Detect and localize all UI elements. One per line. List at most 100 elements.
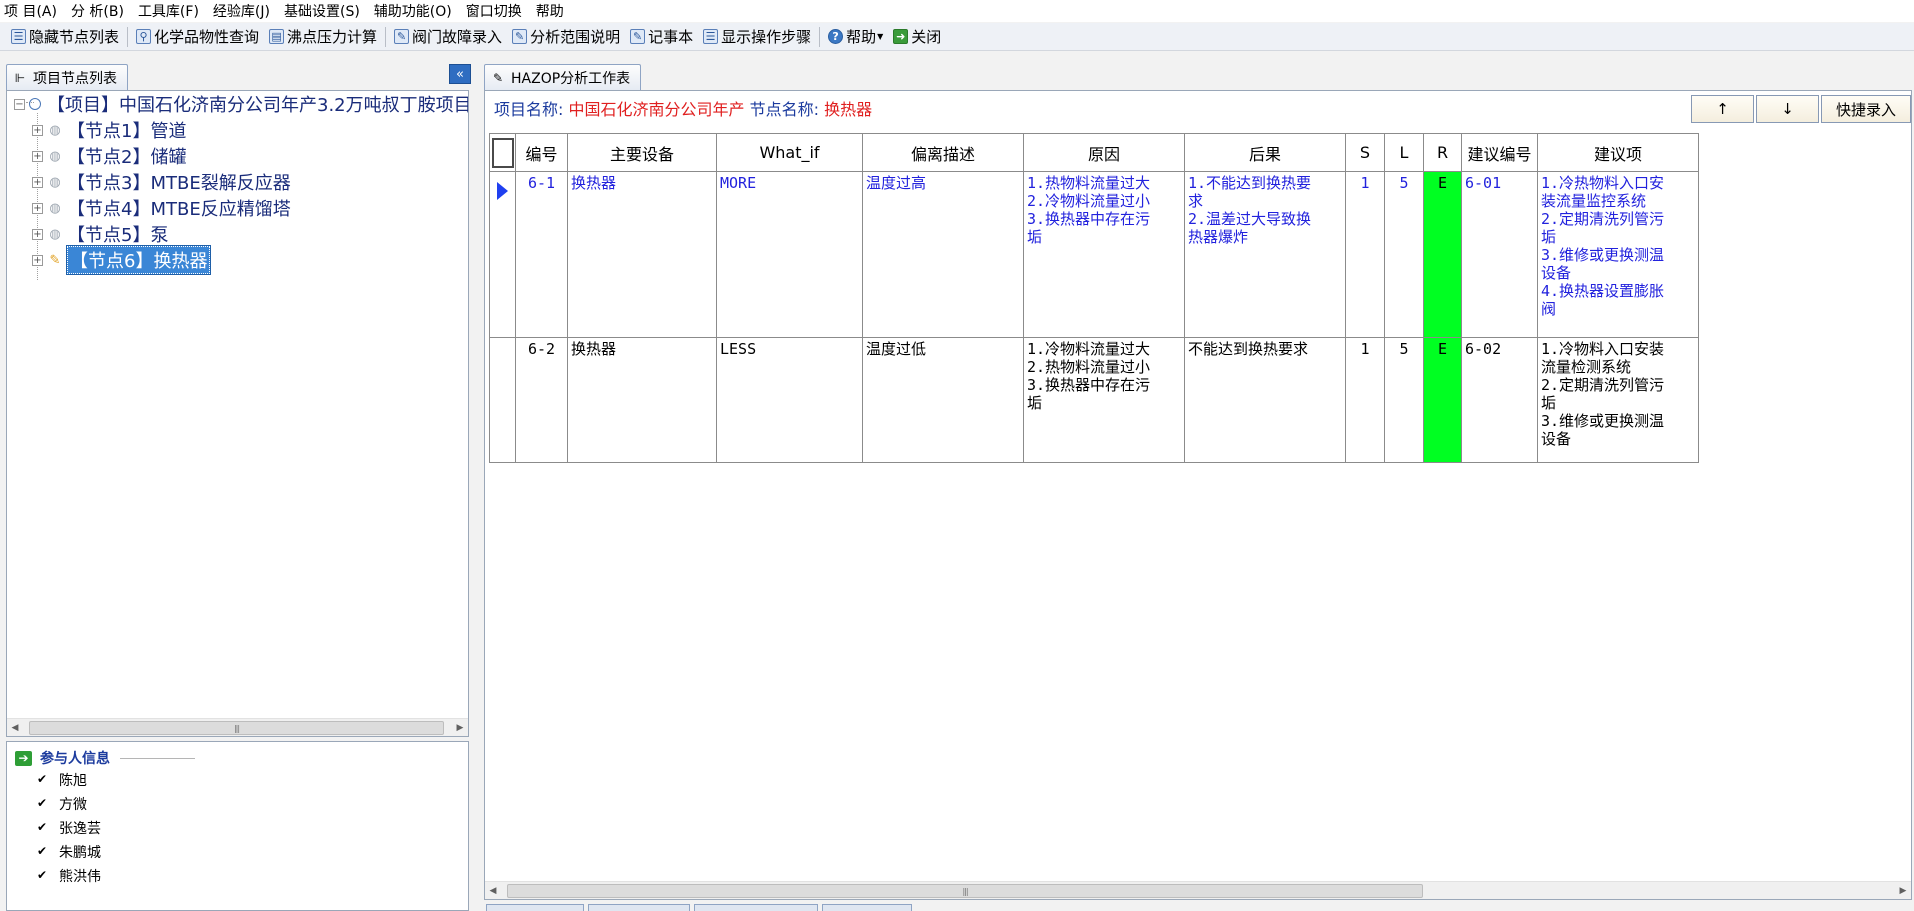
expand-icon[interactable]: +	[32, 228, 43, 240]
cell-consequence[interactable]: 不能达到换热要求	[1184, 337, 1346, 463]
checkbox-checked-icon[interactable]: ✔	[35, 797, 49, 811]
show-steps-button[interactable]: ☰ 显示操作步骤	[698, 25, 816, 49]
hide-nodes-button[interactable]: ☰ 隐藏节点列表	[6, 25, 124, 49]
scroll-right-icon[interactable]: ▶	[1895, 882, 1911, 900]
move-down-button[interactable]: ↓	[1756, 95, 1819, 123]
participant-item[interactable]: ✔ 陈旭	[35, 770, 87, 790]
table-row[interactable]: 6-2 换热器 LESS 温度过低 1.冷物料流量过大 2.热物料流量过小 3.…	[489, 337, 1699, 463]
cell-consequence[interactable]: 1.不能达到换热要 求 2.温差过大导致换 热器爆炸	[1184, 171, 1346, 338]
boiling-calc-button[interactable]: ▤ 沸点压力计算	[264, 25, 382, 49]
menu-window[interactable]: 窗口切换	[459, 1, 529, 21]
cell-r[interactable]: E	[1423, 337, 1462, 463]
cell-equipment[interactable]: 换热器	[567, 337, 717, 463]
cell-deviation[interactable]: 温度过低	[862, 337, 1024, 463]
tree-node-1[interactable]: + ◍ 【节点1】管道	[32, 118, 186, 142]
move-up-button[interactable]: ↑	[1691, 95, 1754, 123]
tree-node-4[interactable]: + ◍ 【节点4】MTBE反应精馏塔	[32, 196, 291, 220]
select-all-cell[interactable]	[489, 133, 516, 172]
checkbox-checked-icon[interactable]: ✔	[35, 845, 49, 859]
bottom-tab[interactable]	[694, 904, 818, 911]
participant-item[interactable]: ✔ 方微	[35, 794, 87, 814]
close-button[interactable]: ➜ 关闭	[888, 25, 946, 49]
col-header-suggestion[interactable]: 建议项	[1537, 133, 1699, 172]
tree-horizontal-scrollbar[interactable]: ◀ ||| ▶	[7, 718, 468, 736]
collapse-panel-button[interactable]: «	[449, 64, 471, 84]
expand-icon[interactable]: +	[32, 176, 43, 188]
row-header[interactable]	[489, 337, 516, 463]
cell-cause[interactable]: 1.热物料流量过大 2.冷物料流量过小 3.换热器中存在污 垢	[1023, 171, 1185, 338]
worksheet-horizontal-scrollbar[interactable]: ◀ ||| ▶	[485, 881, 1911, 899]
bottom-tab[interactable]	[486, 904, 584, 911]
cell-suggest-id[interactable]: 6-01	[1461, 171, 1538, 338]
menu-settings[interactable]: 基础设置(S)	[277, 1, 367, 21]
col-header-l[interactable]: L	[1384, 133, 1424, 172]
select-all-box[interactable]	[491, 137, 514, 168]
col-header-equipment[interactable]: 主要设备	[567, 133, 717, 172]
expand-icon[interactable]: +	[32, 254, 43, 266]
cell-deviation[interactable]: 温度过高	[862, 171, 1024, 338]
cell-suggest-id[interactable]: 6-02	[1461, 337, 1538, 463]
cell-l[interactable]: 5	[1384, 171, 1424, 338]
bottom-tab[interactable]	[588, 904, 690, 911]
scroll-left-icon[interactable]: ◀	[7, 719, 23, 737]
expand-icon[interactable]: +	[32, 124, 43, 136]
toolbar: ☰ 隐藏节点列表 ⚲ 化学品物性查询 ▤ 沸点压力计算 ✎ 阀门故障录入 ✎ 分…	[0, 23, 1914, 51]
chem-query-button[interactable]: ⚲ 化学品物性查询	[131, 25, 264, 49]
valve-fault-button[interactable]: ✎ 阀门故障录入	[389, 25, 507, 49]
scroll-left-icon[interactable]: ◀	[485, 882, 501, 900]
tab-hazop-worksheet[interactable]: ✎ HAZOP分析工作表	[484, 64, 642, 90]
col-header-r[interactable]: R	[1423, 133, 1462, 172]
tree-root[interactable]: − 【项目】中国石化济南分公司年产3.2万吨叔丁胺项目	[14, 92, 468, 116]
table-row-selected[interactable]: 6-1 换热器 MORE 温度过高 1.热物料流量过大 2.冷物料流量过小 3.…	[489, 171, 1699, 338]
scope-desc-button[interactable]: ✎ 分析范围说明	[507, 25, 625, 49]
participant-item[interactable]: ✔ 熊洪伟	[35, 866, 101, 886]
cell-what-if[interactable]: MORE	[716, 171, 863, 338]
tree-node-2[interactable]: + ◍ 【节点2】储罐	[32, 144, 186, 168]
checkbox-checked-icon[interactable]: ✔	[35, 821, 49, 835]
cell-id[interactable]: 6-2	[515, 337, 568, 463]
pane-splitter[interactable]	[472, 54, 480, 911]
expand-icon[interactable]: +	[32, 202, 43, 214]
menu-aux[interactable]: 辅助功能(O)	[367, 1, 459, 21]
cell-what-if[interactable]: LESS	[716, 337, 863, 463]
checkbox-checked-icon[interactable]: ✔	[35, 869, 49, 883]
expand-icon[interactable]: +	[32, 150, 43, 162]
cell-l[interactable]: 5	[1384, 337, 1424, 463]
bottom-tab[interactable]	[822, 904, 912, 911]
col-header-id[interactable]: 编号	[515, 133, 568, 172]
menu-project[interactable]: 项 目(A)	[0, 1, 64, 21]
scroll-right-icon[interactable]: ▶	[452, 719, 468, 737]
menu-experience[interactable]: 经验库(J)	[206, 1, 277, 21]
cell-s[interactable]: 1	[1345, 171, 1385, 338]
menu-tools[interactable]: 工具库(F)	[131, 1, 206, 21]
tab-node-list[interactable]: ⊩ 项目节点列表	[6, 64, 128, 90]
menu-help[interactable]: 帮助	[529, 1, 571, 21]
menu-analysis[interactable]: 分 析(B)	[64, 1, 131, 21]
tree-node-5[interactable]: + ◍ 【节点5】泵	[32, 222, 168, 246]
col-header-s[interactable]: S	[1345, 133, 1385, 172]
col-header-consequence[interactable]: 后果	[1184, 133, 1346, 172]
scrollbar-thumb[interactable]: |||	[507, 884, 1423, 898]
cell-suggestion[interactable]: 1.冷物料入口安装 流量检测系统 2.定期清洗列管污 垢 3.维修或更换测温 设…	[1537, 337, 1699, 463]
notepad-button[interactable]: ✎ 记事本	[625, 25, 698, 49]
cell-r[interactable]: E	[1423, 171, 1462, 338]
cell-suggestion[interactable]: 1.冷热物料入口安 装流量监控系统 2.定期清洗列管污 垢 3.维修或更换测温 …	[1537, 171, 1699, 338]
col-header-cause[interactable]: 原因	[1023, 133, 1185, 172]
help-button[interactable]: ? 帮助 ▼	[823, 25, 888, 49]
tree-node-6[interactable]: + ✎ 【节点6】换热器	[32, 245, 212, 275]
row-header[interactable]	[489, 171, 516, 338]
col-header-suggest-id[interactable]: 建议编号	[1461, 133, 1538, 172]
collapse-icon[interactable]: −	[14, 98, 25, 110]
col-header-deviation[interactable]: 偏离描述	[862, 133, 1024, 172]
quick-entry-button[interactable]: 快捷录入	[1821, 95, 1911, 123]
col-header-what-if[interactable]: What_if	[716, 133, 863, 172]
cell-cause[interactable]: 1.冷物料流量过大 2.热物料流量过小 3.换热器中存在污 垢	[1023, 337, 1185, 463]
cell-equipment[interactable]: 换热器	[567, 171, 717, 338]
cell-s[interactable]: 1	[1345, 337, 1385, 463]
cell-id[interactable]: 6-1	[515, 171, 568, 338]
tree-node-3[interactable]: + ◍ 【节点3】MTBE裂解反应器	[32, 170, 291, 194]
participant-item[interactable]: ✔ 张逸芸	[35, 818, 101, 838]
participant-item[interactable]: ✔ 朱鹏城	[35, 842, 101, 862]
scrollbar-thumb[interactable]: |||	[29, 721, 444, 735]
checkbox-checked-icon[interactable]: ✔	[35, 773, 49, 787]
